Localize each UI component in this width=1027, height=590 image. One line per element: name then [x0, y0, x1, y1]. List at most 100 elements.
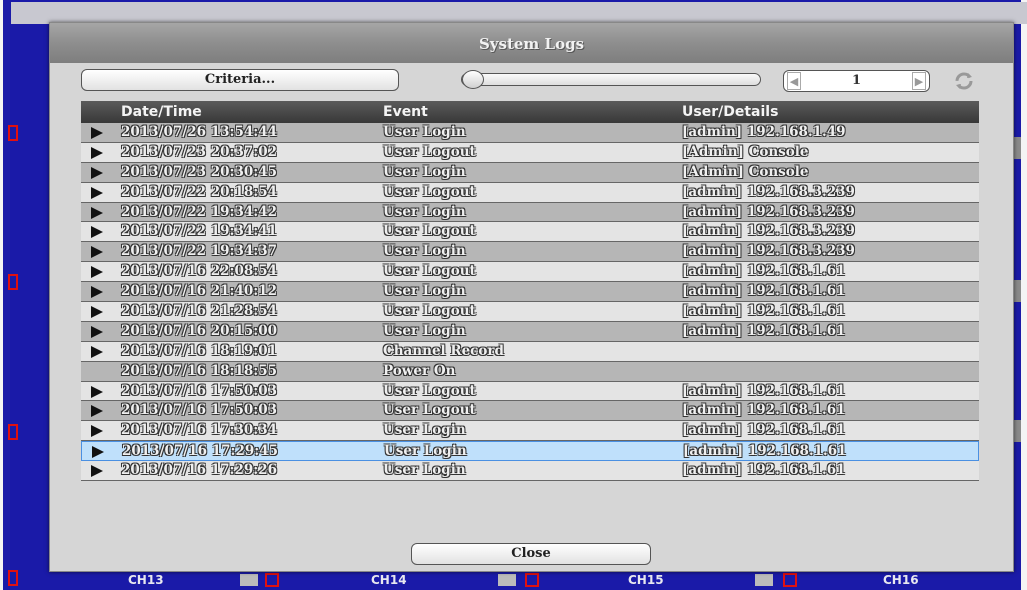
close-button[interactable]: Close: [411, 543, 651, 565]
prev-page-button[interactable]: ◀: [787, 72, 801, 90]
expand-arrow-icon[interactable]: [87, 461, 103, 480]
table-row[interactable]: 2013/07/23 20:37:02 User Logout [Admin] Co…: [81, 142, 979, 163]
expand-arrow-icon[interactable]: [87, 382, 103, 401]
datetime-cell: 2013/07/16 17:50:03: [121, 382, 278, 399]
channel-label: CH15: [628, 573, 664, 587]
table-row[interactable]: 2013/07/16 22:08:54 User Logout [admin] 19…: [81, 262, 979, 283]
expand-arrow-icon[interactable]: [87, 163, 103, 182]
record-indicator: [8, 274, 18, 290]
event-cell: User Login: [383, 462, 466, 479]
table-header: Date/Time Event User/Details: [81, 101, 979, 123]
event-cell: User Login: [383, 283, 466, 300]
table-row[interactable]: 2013/07/16 18:18:55 Power On: [81, 361, 979, 382]
column-header-datetime: Date/Time: [121, 104, 202, 120]
table-row[interactable]: 2013/07/22 19:34:37 User Login [admin] 192…: [81, 242, 979, 263]
system-logs-dialog: System Logs Criteria... ◀ 1 ▶ Date/Time …: [49, 22, 1014, 572]
expand-arrow-icon[interactable]: [87, 302, 103, 321]
table-row[interactable]: 2013/07/16 17:29:26 User Login [admin] 192…: [81, 461, 979, 482]
user-details-cell: [admin] 192.168.3.239: [682, 243, 855, 260]
table-row[interactable]: 2013/07/26 13:54:44 User Login [admin] 192…: [81, 123, 979, 143]
record-indicator: [525, 573, 539, 587]
channel-label: CH14: [371, 573, 407, 587]
datetime-cell: 2013/07/16 18:19:01: [121, 342, 278, 359]
event-cell: User Logout: [383, 263, 476, 280]
refresh-icon[interactable]: [953, 70, 975, 92]
expand-arrow-icon[interactable]: [87, 242, 103, 261]
event-cell: Power On: [383, 362, 456, 379]
user-details-cell: [Admin] Console: [682, 163, 809, 180]
table-row[interactable]: 2013/07/22 20:18:54 User Logout [admin] 19…: [81, 182, 979, 203]
next-page-button[interactable]: ▶: [912, 72, 926, 90]
table-row[interactable]: 2013/07/22 19:34:42 User Login [admin] 192…: [81, 202, 979, 223]
user-details-cell: [admin] 192.168.1.61: [682, 422, 846, 439]
datetime-cell: 2013/07/22 20:18:54: [121, 183, 278, 200]
camera-tile-top: [269, 2, 527, 24]
user-details-cell: [admin] 192.168.1.61: [682, 283, 846, 300]
user-details-cell: [admin] 192.168.3.239: [682, 223, 855, 240]
expand-arrow-icon[interactable]: [87, 183, 103, 202]
event-cell: User Login: [383, 124, 466, 140]
table-row[interactable]: 2013/07/16 21:28:54 User Logout [admin] 19…: [81, 302, 979, 322]
channel-arrow-icon: [755, 574, 773, 586]
user-details-cell: [admin] 192.168.1.61: [682, 462, 846, 479]
table-body: 2013/07/26 13:54:44 User Login [admin] 192…: [81, 123, 979, 482]
expand-arrow-icon[interactable]: [87, 322, 103, 341]
expand-arrow-icon[interactable]: [87, 342, 103, 361]
datetime-cell: 2013/07/22 19:34:37: [121, 243, 278, 260]
page-number: 1: [851, 73, 862, 88]
expand-arrow-icon[interactable]: [87, 222, 103, 241]
column-header-event: Event: [383, 104, 428, 120]
camera-tile-top: [783, 2, 1027, 24]
expand-arrow-icon[interactable]: [87, 282, 103, 301]
event-cell: User Login: [383, 422, 466, 439]
table-row[interactable]: 2013/07/16 17:50:03 User Logout [admin] 19…: [81, 381, 979, 402]
user-details-cell: [admin] 192.168.1.49: [682, 124, 846, 140]
channel-arrow-icon: [240, 574, 258, 586]
page-selector: ◀ 1 ▶: [783, 70, 930, 92]
datetime-cell: 2013/07/26 13:54:44: [121, 124, 278, 140]
datetime-cell: 2013/07/23 20:37:02: [121, 143, 278, 160]
datetime-cell: 2013/07/16 18:18:55: [121, 362, 278, 379]
datetime-cell: 2013/07/16 21:28:54: [121, 303, 278, 320]
table-row[interactable]: 2013/07/22 19:34:41 User Logout [admin] 19…: [81, 222, 979, 243]
camera-tile-top: [525, 2, 783, 24]
table-row[interactable]: 2013/07/16 20:15:00 User Login [admin] 192…: [81, 321, 979, 342]
expand-arrow-icon[interactable]: [87, 262, 103, 281]
user-details-cell: [admin] 192.168.1.61: [682, 402, 846, 419]
user-details-cell: [Admin] Console: [682, 143, 809, 160]
event-cell: User Logout: [383, 143, 476, 160]
datetime-cell: 2013/07/16 17:29:26: [121, 462, 278, 479]
user-details-cell: [admin] 192.168.1.61: [682, 382, 846, 399]
event-cell: User Logout: [383, 402, 476, 419]
scroll-slider[interactable]: [461, 70, 761, 89]
table-row[interactable]: 2013/07/16 17:29:45 User Login [admin] 192…: [81, 441, 979, 462]
expand-arrow-icon[interactable]: [87, 203, 103, 222]
event-cell: User Login: [383, 203, 466, 220]
expand-arrow-icon[interactable]: [88, 442, 104, 461]
log-table: Date/Time Event User/Details 2013/07/26 …: [81, 101, 979, 482]
expand-arrow-icon[interactable]: [87, 143, 103, 162]
event-cell: User Logout: [383, 382, 476, 399]
table-row[interactable]: 2013/07/16 18:19:01 Channel Record: [81, 341, 979, 362]
table-row[interactable]: 2013/07/16 17:30:34 User Login [admin] 192…: [81, 421, 979, 442]
record-indicator: [8, 570, 18, 586]
expand-arrow-icon[interactable]: [87, 401, 103, 420]
table-row[interactable]: 2013/07/23 20:30:45 User Login [Admin] Con…: [81, 162, 979, 183]
user-details-cell: [admin] 192.168.3.239: [682, 183, 855, 200]
channel-label: CH13: [128, 573, 164, 587]
criteria-button[interactable]: Criteria...: [81, 69, 399, 91]
event-cell: Channel Record: [383, 342, 504, 359]
datetime-cell: 2013/07/23 20:30:45: [121, 163, 278, 180]
datetime-cell: 2013/07/16 22:08:54: [121, 263, 278, 280]
slider-knob[interactable]: [462, 70, 484, 89]
user-details-cell: [admin] 192.168.1.61: [682, 263, 846, 280]
column-header-user: User/Details: [682, 104, 779, 120]
event-cell: User Logout: [383, 183, 476, 200]
expand-arrow-icon[interactable]: [87, 123, 103, 142]
table-row[interactable]: 2013/07/16 21:40:12 User Login [admin] 192…: [81, 282, 979, 303]
expand-arrow-icon[interactable]: [87, 421, 103, 440]
datetime-cell: 2013/07/16 21:40:12: [121, 283, 278, 300]
datetime-cell: 2013/07/16 17:30:34: [121, 422, 278, 439]
event-cell: User Login: [384, 443, 467, 460]
table-row[interactable]: 2013/07/16 17:50:03 User Logout [admin] 19…: [81, 401, 979, 422]
